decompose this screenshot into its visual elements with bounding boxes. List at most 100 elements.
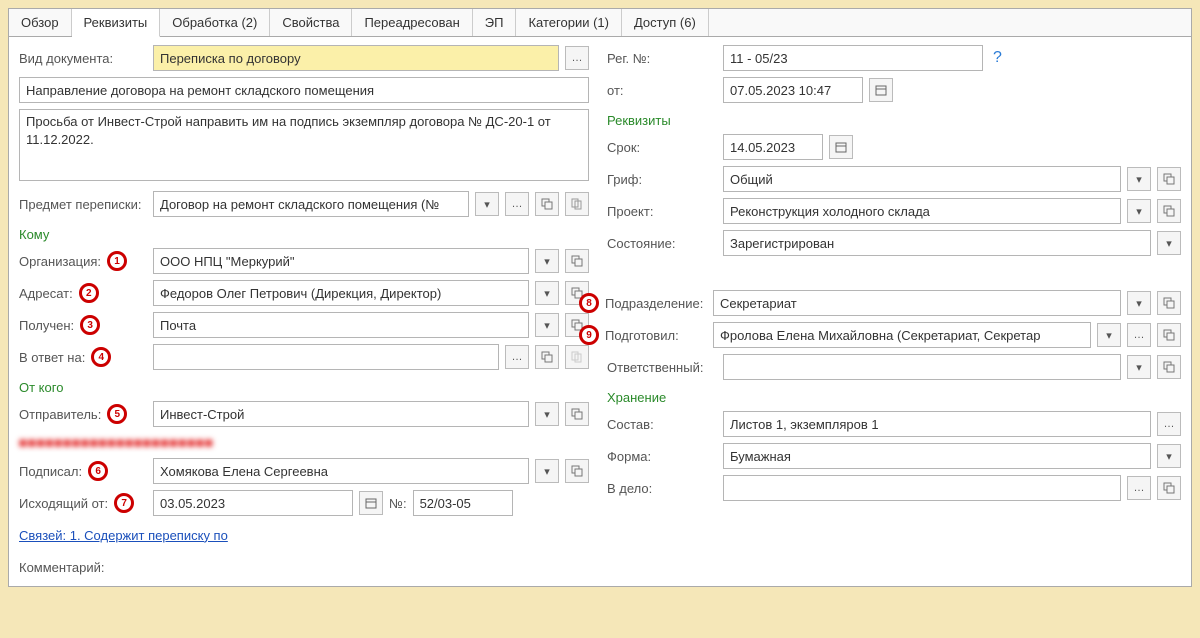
subject-open-button[interactable] [535, 192, 559, 216]
project-input[interactable] [723, 198, 1121, 224]
out-date-input[interactable] [153, 490, 353, 516]
sender-open-button[interactable] [565, 402, 589, 426]
deadline-calendar-button[interactable] [829, 135, 853, 159]
addressee-input[interactable] [153, 280, 529, 306]
tab-forwarded[interactable]: Переадресован [352, 9, 472, 36]
out-no-input[interactable] [413, 490, 513, 516]
project-dropdown-button[interactable]: ▾ [1127, 199, 1151, 223]
out-date-calendar-button[interactable] [359, 491, 383, 515]
tofile-input[interactable] [723, 475, 1121, 501]
subject-lookup-button[interactable]: … [505, 192, 529, 216]
prepared-dropdown-button[interactable]: ▾ [1097, 323, 1121, 347]
marker-1: 1 [107, 251, 127, 271]
tofile-open-button[interactable] [1157, 476, 1181, 500]
subject-copy-button[interactable] [565, 192, 589, 216]
from-section-header: От кого [19, 376, 589, 395]
composition-input[interactable] [723, 411, 1151, 437]
org-dropdown-button[interactable]: ▾ [535, 249, 559, 273]
tofile-lookup-button[interactable]: … [1127, 476, 1151, 500]
from-date-input[interactable] [723, 77, 863, 103]
reply-to-copy-button[interactable] [565, 345, 589, 369]
to-section-header: Кому [19, 223, 589, 242]
marker-4: 4 [91, 347, 111, 367]
form-dropdown-button[interactable]: ▾ [1157, 444, 1181, 468]
responsible-open-button[interactable] [1157, 355, 1181, 379]
links-link[interactable]: Связей: 1. Содержит переписку по [19, 528, 228, 543]
tab-overview[interactable]: Обзор [9, 9, 72, 36]
tab-properties[interactable]: Свойства [270, 9, 352, 36]
received-input[interactable] [153, 312, 529, 338]
project-label: Проект: [607, 204, 717, 219]
state-label: Состояние: [607, 236, 717, 251]
tofile-label: В дело: [607, 481, 717, 496]
addressee-dropdown-button[interactable]: ▾ [535, 281, 559, 305]
composition-label: Состав: [607, 417, 717, 432]
received-label: Получен: 3 [19, 315, 147, 335]
dept-open-button[interactable] [1157, 291, 1181, 315]
reply-to-open-button[interactable] [535, 345, 559, 369]
received-dropdown-button[interactable]: ▾ [535, 313, 559, 337]
marker-3: 3 [80, 315, 100, 335]
marker-2: 2 [79, 283, 99, 303]
from-date-label: от: [607, 83, 717, 98]
prepared-input[interactable] [713, 322, 1091, 348]
dept-label: Подразделение: [605, 296, 707, 311]
signed-dropdown-button[interactable]: ▾ [535, 459, 559, 483]
responsible-input[interactable] [723, 354, 1121, 380]
signed-open-button[interactable] [565, 459, 589, 483]
doc-type-lookup-button[interactable]: … [565, 46, 589, 70]
tab-access[interactable]: Доступ (6) [622, 9, 709, 36]
marker-9: 9 [579, 325, 599, 345]
tab-categories[interactable]: Категории (1) [516, 9, 622, 36]
sender-dropdown-button[interactable]: ▾ [535, 402, 559, 426]
grif-open-button[interactable] [1157, 167, 1181, 191]
tab-details[interactable]: Реквизиты [72, 9, 161, 37]
details-section-header: Реквизиты [607, 109, 1181, 128]
document-panel: Обзор Реквизиты Обработка (2) Свойства П… [8, 8, 1192, 587]
regno-label: Рег. №: [607, 51, 717, 66]
marker-7: 7 [114, 493, 134, 513]
addressee-label: Адресат: 2 [19, 283, 147, 303]
prepared-lookup-button[interactable]: … [1127, 323, 1151, 347]
signed-label: Подписал: 6 [19, 461, 147, 481]
prepared-open-button[interactable] [1157, 323, 1181, 347]
reply-to-label: В ответ на: 4 [19, 347, 147, 367]
reply-to-input[interactable] [153, 344, 499, 370]
from-date-calendar-button[interactable] [869, 78, 893, 102]
org-open-button[interactable] [565, 249, 589, 273]
grif-dropdown-button[interactable]: ▾ [1127, 167, 1151, 191]
composition-lookup-button[interactable]: … [1157, 412, 1181, 436]
project-open-button[interactable] [1157, 199, 1181, 223]
doc-type-input[interactable] [153, 45, 559, 71]
help-icon[interactable]: ? [989, 49, 1002, 67]
responsible-label: Ответственный: [607, 360, 717, 375]
grif-input[interactable] [723, 166, 1121, 192]
comment-label: Комментарий: [19, 560, 105, 575]
tab-processing[interactable]: Обработка (2) [160, 9, 270, 36]
org-input[interactable] [153, 248, 529, 274]
subject-dropdown-button[interactable]: ▾ [475, 192, 499, 216]
signed-input[interactable] [153, 458, 529, 484]
state-dropdown-button[interactable]: ▾ [1157, 231, 1181, 255]
form-label: Форма: [607, 449, 717, 464]
tabs: Обзор Реквизиты Обработка (2) Свойства П… [9, 9, 1191, 37]
title-input[interactable] [19, 77, 589, 103]
description-textarea[interactable]: Просьба от Инвест-Строй направить им на … [19, 109, 589, 181]
tab-signature[interactable]: ЭП [473, 9, 517, 36]
reply-to-lookup-button[interactable]: … [505, 345, 529, 369]
redacted-line: ■■■■■■■■■■■■■■■■■■■■■■ [19, 433, 589, 452]
deadline-input[interactable] [723, 134, 823, 160]
out-date-label: Исходящий от: 7 [19, 493, 147, 513]
dept-dropdown-button[interactable]: ▾ [1127, 291, 1151, 315]
subject-label: Предмет переписки: [19, 197, 147, 212]
form-input[interactable] [723, 443, 1151, 469]
doc-type-label: Вид документа: [19, 51, 147, 66]
subject-input[interactable] [153, 191, 469, 217]
regno-input[interactable] [723, 45, 983, 71]
sender-input[interactable] [153, 401, 529, 427]
dept-input[interactable] [713, 290, 1121, 316]
responsible-dropdown-button[interactable]: ▾ [1127, 355, 1151, 379]
state-input[interactable] [723, 230, 1151, 256]
deadline-label: Срок: [607, 140, 717, 155]
marker-5: 5 [107, 404, 127, 424]
